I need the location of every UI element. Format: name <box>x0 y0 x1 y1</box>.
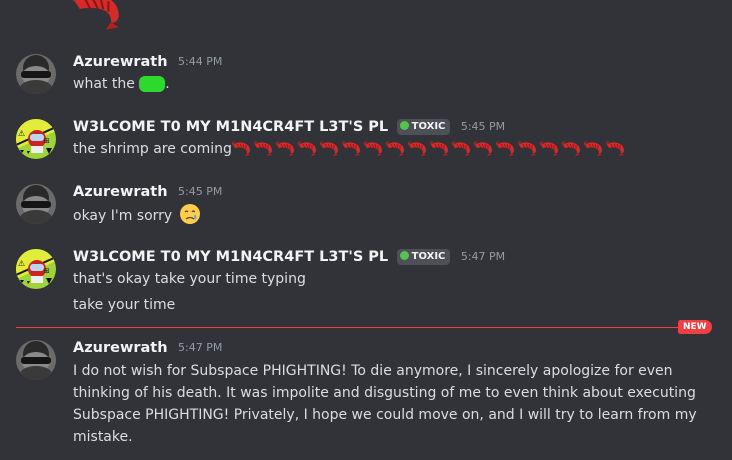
username[interactable]: Azurewrath <box>73 184 168 200</box>
message-header: Azurewrath 5:44 PM <box>73 52 222 72</box>
shrimp-emoji[interactable] <box>254 140 274 156</box>
spoiler-text[interactable]: fuck <box>139 76 166 92</box>
message-header: W3LCOME T0 MY M1N4CR4FT L3T'S PL TOXIC 5… <box>73 117 505 137</box>
avatar[interactable] <box>16 340 56 380</box>
username[interactable]: W3LCOME T0 MY M1N4CR4FT L3T'S PL <box>73 249 388 265</box>
username[interactable]: W3LCOME T0 MY M1N4CR4FT L3T'S PL <box>73 119 388 135</box>
new-messages-divider <box>16 327 680 328</box>
server-tag[interactable]: TOXIC <box>396 249 451 265</box>
shrimp-emoji[interactable] <box>232 140 252 156</box>
shrimp-emoji[interactable] <box>562 140 582 156</box>
avatar[interactable] <box>16 54 56 94</box>
server-tag[interactable]: TOXIC <box>396 119 451 135</box>
shrimp-emoji[interactable] <box>496 140 516 156</box>
message-header: Azurewrath 5:45 PM <box>73 182 222 202</box>
message-content: okay I'm sorry <box>73 203 201 227</box>
message-text: that's okay take your time typing <box>73 271 306 287</box>
message-text: what the <box>73 76 140 92</box>
crying-face-emoji[interactable] <box>179 203 201 225</box>
message-text: I do not wish for Subspace PHIGHTING! To… <box>73 363 697 445</box>
message-text: take your time <box>73 297 176 313</box>
message-content: what the fuck. <box>73 73 170 95</box>
timestamp: 5:47 PM <box>460 250 506 263</box>
shrimp-emoji[interactable] <box>276 140 296 156</box>
message-text: . <box>165 76 170 92</box>
message-text: okay I'm sorry <box>73 208 173 224</box>
shrimp-emoji[interactable] <box>298 140 318 156</box>
shrimp-emoji[interactable] <box>408 140 428 156</box>
timestamp: 5:45 PM <box>460 120 506 133</box>
shrimp-emoji[interactable] <box>452 140 472 156</box>
shrimp-emoji-partial <box>72 0 124 30</box>
message-content: the shrimp are coming <box>73 138 628 160</box>
avatar[interactable] <box>16 184 56 224</box>
username[interactable]: Azurewrath <box>73 54 168 70</box>
shrimp-emoji[interactable] <box>540 140 560 156</box>
timestamp: 5:47 PM <box>178 341 223 354</box>
new-badge: NEW <box>678 320 712 334</box>
shrimp-emoji[interactable] <box>320 140 340 156</box>
shrimp-emoji[interactable] <box>606 140 626 156</box>
message-text: the shrimp are coming <box>73 141 232 157</box>
tag-icon <box>399 121 409 130</box>
shrimp-emoji[interactable] <box>430 140 450 156</box>
tag-icon <box>399 251 409 260</box>
avatar[interactable] <box>16 119 56 159</box>
avatar[interactable] <box>16 249 56 289</box>
message-header: W3LCOME T0 MY M1N4CR4FT L3T'S PL TOXIC 5… <box>73 247 505 267</box>
shrimp-emoji[interactable] <box>584 140 604 156</box>
message-header: Azurewrath 5:47 PM <box>73 338 222 358</box>
shrimp-emoji-row <box>232 141 628 157</box>
shrimp-emoji[interactable] <box>364 140 384 156</box>
shrimp-emoji[interactable] <box>518 140 538 156</box>
tag-label: TOXIC <box>411 121 446 132</box>
shrimp-emoji[interactable] <box>342 140 362 156</box>
tag-label: TOXIC <box>411 251 446 262</box>
shrimp-emoji[interactable] <box>386 140 406 156</box>
username[interactable]: Azurewrath <box>73 340 168 356</box>
shrimp-emoji[interactable] <box>474 140 494 156</box>
timestamp: 5:45 PM <box>178 185 223 198</box>
timestamp: 5:44 PM <box>178 55 223 68</box>
